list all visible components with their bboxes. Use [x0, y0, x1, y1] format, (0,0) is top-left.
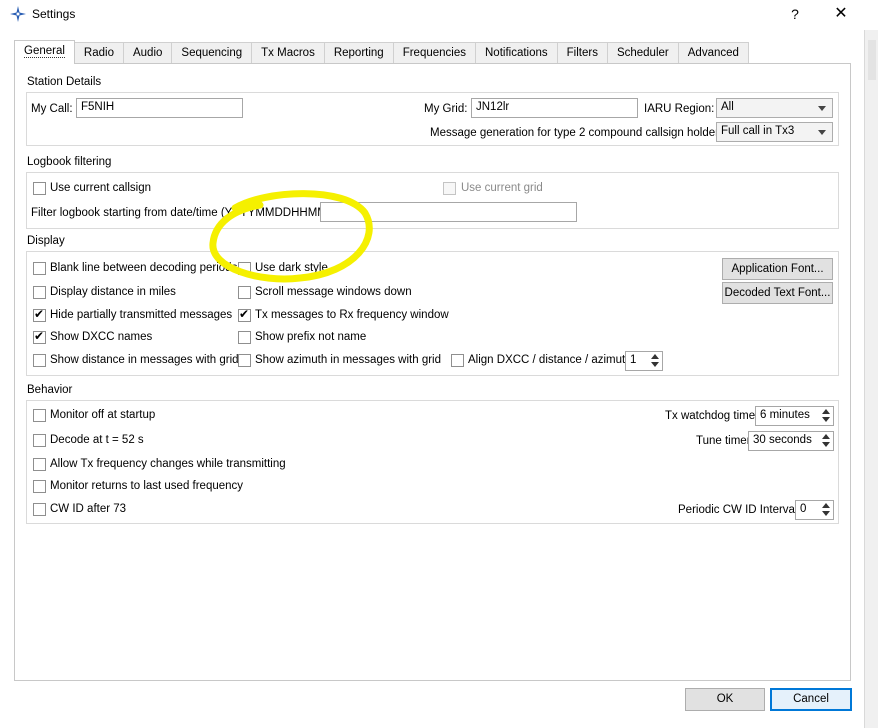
spin-up-icon[interactable]	[822, 503, 830, 508]
monitor-returns-checkbox[interactable]	[33, 480, 46, 493]
show-dxcc-label: Show DXCC names	[50, 331, 153, 343]
tab-reporting[interactable]: Reporting	[323, 42, 394, 64]
prefix-not-name-label: Show prefix not name	[255, 331, 367, 343]
show-azimuth-checkbox[interactable]	[238, 354, 251, 367]
blank-line-checkbox[interactable]	[33, 262, 46, 275]
use-current-grid-checkbox[interactable]	[443, 182, 456, 195]
display-title: Display	[27, 235, 65, 247]
my-call-label: My Call:	[31, 103, 73, 115]
dark-style-label: Use dark style	[255, 262, 328, 274]
tab-scheduler[interactable]: Scheduler	[606, 42, 679, 64]
tab-notifications[interactable]: Notifications	[475, 42, 558, 64]
align-dxcc-spinbox[interactable]: 1	[625, 351, 663, 371]
decoded-text-font-button[interactable]: Decoded Text Font...	[722, 282, 833, 304]
close-button[interactable]: ✕	[818, 0, 864, 28]
spin-up-icon[interactable]	[822, 434, 830, 439]
distance-miles-label: Display distance in miles	[50, 286, 176, 298]
monitor-off-label: Monitor off at startup	[50, 409, 156, 421]
watchdog-timer-spinbox[interactable]: 6 minutes	[755, 406, 834, 426]
spin-down-icon[interactable]	[822, 511, 830, 516]
message-generation-value: Full call in Tx3	[721, 125, 795, 137]
spin-up-icon[interactable]	[822, 409, 830, 414]
background-window-edge	[864, 30, 878, 728]
align-dxcc-checkbox[interactable]	[451, 354, 464, 367]
tab-general[interactable]: General	[14, 40, 75, 64]
blank-line-label: Blank line between decoding periods	[50, 262, 238, 274]
ok-button[interactable]: OK	[685, 688, 765, 711]
watchdog-timer-label: Tx watchdog timer	[665, 410, 759, 422]
tab-bar: General Radio Audio Sequencing Tx Macros…	[14, 40, 749, 64]
tab-frequencies[interactable]: Frequencies	[392, 42, 476, 64]
spin-down-icon[interactable]	[822, 442, 830, 447]
dark-style-checkbox[interactable]	[238, 262, 251, 275]
tx-to-rx-checkbox[interactable]	[238, 307, 251, 322]
window-title: Settings	[32, 7, 76, 21]
allow-tx-change-checkbox[interactable]	[33, 458, 46, 471]
tune-timer-value: 30 seconds	[753, 434, 812, 446]
cw-id-label: CW ID after 73	[50, 503, 127, 515]
iaru-region-value: All	[721, 101, 734, 113]
tune-timer-spinbox[interactable]: 30 seconds	[748, 431, 834, 451]
tab-tx-macros[interactable]: Tx Macros	[251, 42, 325, 64]
iaru-region-label: IARU Region:	[644, 103, 715, 115]
cw-interval-value: 0	[800, 503, 807, 515]
decode-at-checkbox[interactable]	[33, 434, 46, 447]
filter-date-label: Filter logbook starting from date/time (…	[31, 207, 347, 219]
app-star-icon	[10, 6, 26, 22]
scroll-down-label: Scroll message windows down	[255, 286, 412, 298]
monitor-returns-label: Monitor returns to last used frequency	[50, 480, 244, 492]
show-azimuth-label: Show azimuth in messages with grid	[255, 354, 441, 366]
spin-up-icon[interactable]	[651, 354, 659, 359]
chevron-down-icon	[818, 106, 826, 111]
tab-radio[interactable]: Radio	[73, 42, 124, 64]
message-generation-select[interactable]: Full call in Tx3	[716, 122, 833, 142]
show-distance-checkbox[interactable]	[33, 354, 46, 367]
message-generation-label: Message generation for type 2 compound c…	[430, 127, 728, 139]
tab-audio[interactable]: Audio	[122, 42, 173, 64]
logbook-filtering-title: Logbook filtering	[27, 156, 112, 168]
title-bar: Settings ? ✕	[0, 0, 878, 30]
tab-advanced[interactable]: Advanced	[677, 42, 749, 64]
show-distance-label: Show distance in messages with grid	[50, 354, 239, 366]
align-dxcc-label: Align DXCC / distance / azimuth	[468, 354, 632, 366]
show-dxcc-checkbox[interactable]	[33, 329, 46, 344]
hide-partial-checkbox[interactable]	[33, 307, 46, 322]
distance-miles-checkbox[interactable]	[33, 286, 46, 299]
cancel-button[interactable]: Cancel	[770, 688, 852, 711]
help-button[interactable]: ?	[775, 0, 815, 28]
tab-filters[interactable]: Filters	[556, 42, 608, 64]
filter-date-field[interactable]	[320, 202, 577, 222]
decode-at-label: Decode at t = 52 s	[50, 434, 144, 446]
scroll-down-checkbox[interactable]	[238, 286, 251, 299]
spin-down-icon[interactable]	[822, 417, 830, 422]
cw-interval-label: Periodic CW ID Interval:	[678, 504, 801, 516]
behavior-title: Behavior	[27, 384, 73, 396]
my-grid-field[interactable]: JN12lr	[471, 98, 638, 118]
my-call-field[interactable]: F5NIH	[76, 98, 243, 118]
application-font-button[interactable]: Application Font...	[722, 258, 833, 280]
allow-tx-change-label: Allow Tx frequency changes while transmi…	[50, 458, 286, 470]
tx-to-rx-label: Tx messages to Rx frequency window	[255, 309, 449, 321]
use-current-callsign-checkbox[interactable]	[33, 182, 46, 195]
spin-down-icon[interactable]	[651, 362, 659, 367]
chevron-down-icon	[818, 130, 826, 135]
hide-partial-label: Hide partially transmitted messages	[50, 309, 233, 321]
monitor-off-checkbox[interactable]	[33, 409, 46, 422]
tab-sequencing[interactable]: Sequencing	[171, 42, 253, 64]
cw-id-checkbox[interactable]	[33, 503, 46, 516]
station-details-title: Station Details	[27, 76, 102, 88]
watchdog-timer-value: 6 minutes	[760, 409, 810, 421]
align-dxcc-value: 1	[630, 354, 637, 366]
prefix-not-name-checkbox[interactable]	[238, 331, 251, 344]
my-grid-label: My Grid:	[424, 103, 468, 115]
tune-timer-label: Tune timer	[696, 435, 751, 447]
use-current-grid-label: Use current grid	[461, 182, 543, 194]
iaru-region-select[interactable]: All	[716, 98, 833, 118]
use-current-callsign-label: Use current callsign	[50, 182, 151, 194]
cw-interval-spinbox[interactable]: 0	[795, 500, 834, 520]
